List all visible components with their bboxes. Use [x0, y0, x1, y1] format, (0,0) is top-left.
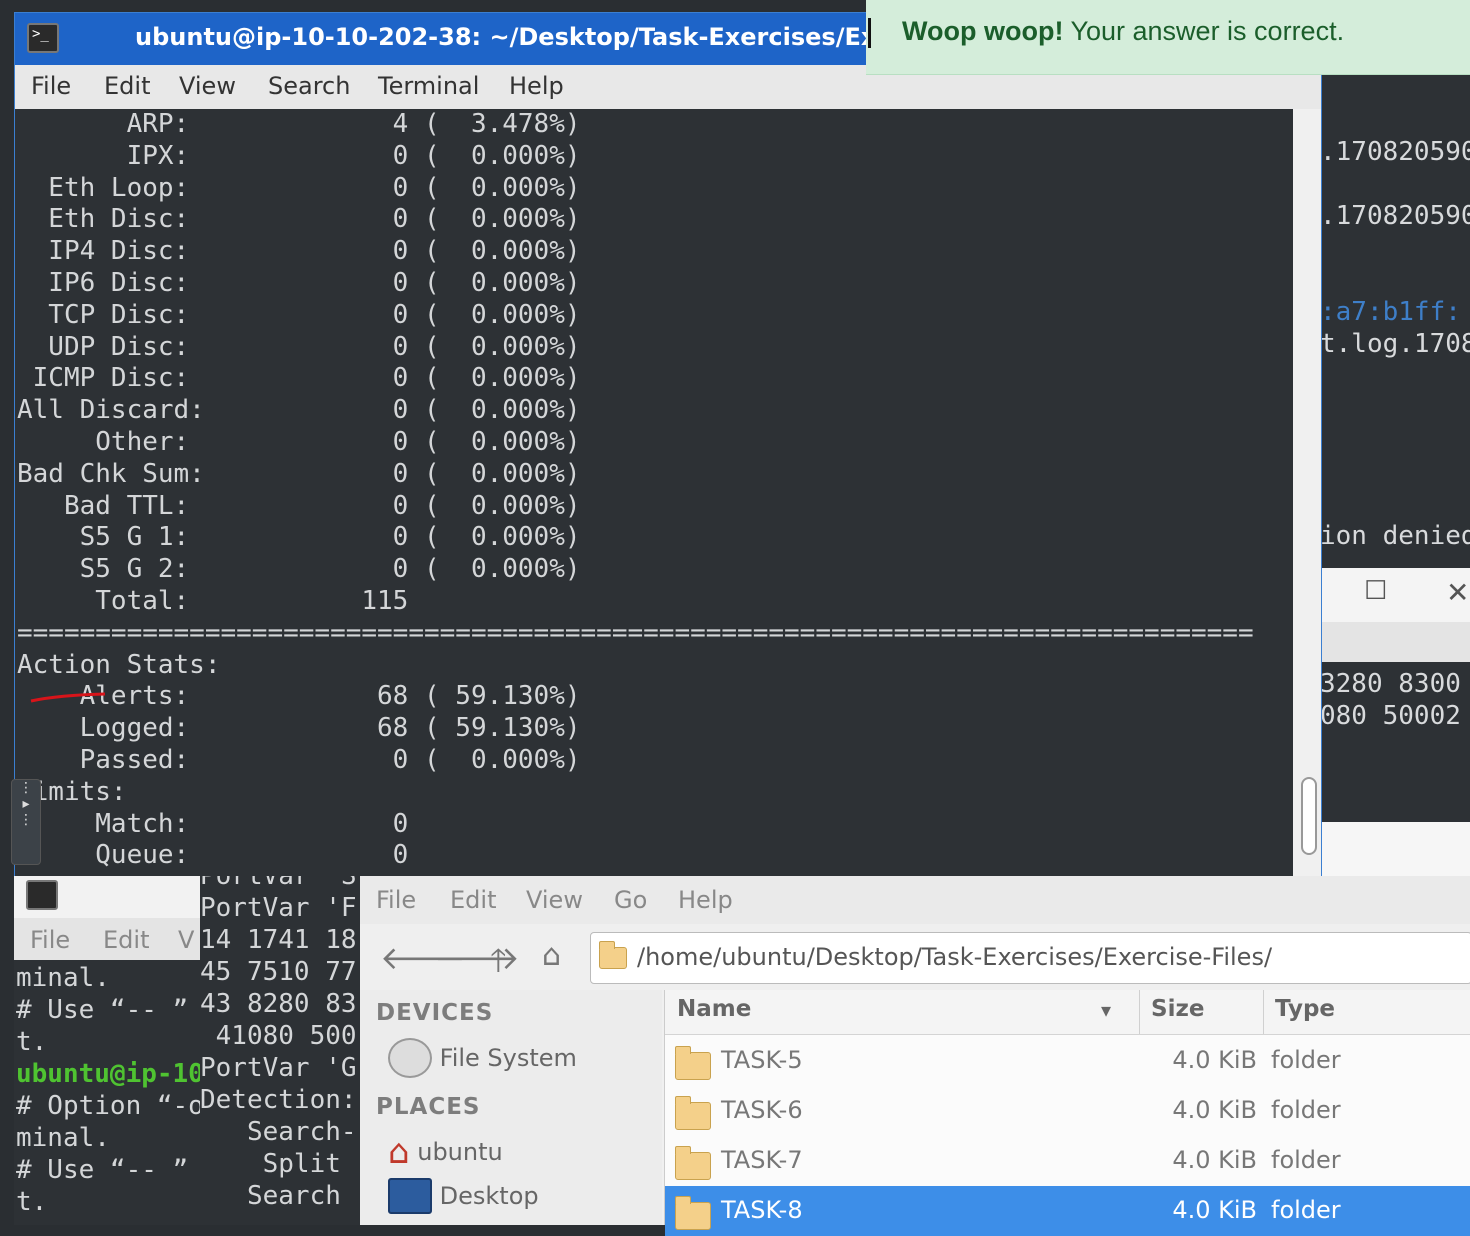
menu-file[interactable]: File: [376, 886, 416, 914]
close-icon[interactable]: ✕: [1446, 576, 1469, 609]
sidebar-item-label: Desktop: [439, 1182, 539, 1210]
menubar: [1320, 622, 1470, 662]
file-row[interactable]: TASK-7 4.0 KiB folder: [665, 1136, 1470, 1186]
file-list: Name ▾ Size Type TASK-5 4.0 KiB folder T…: [664, 990, 1470, 1236]
scrollbar-thumb[interactable]: [1301, 777, 1317, 855]
home-icon[interactable]: ⌂: [542, 938, 561, 973]
menu-search[interactable]: Search: [268, 72, 350, 100]
file-name: TASK-8: [721, 1196, 803, 1224]
terminal-output-area[interactable]: minal. # Use “-- ” t. ubuntu@ip-10 # Opt…: [16, 962, 204, 1218]
menu-view[interactable]: V: [178, 926, 194, 954]
menu-edit[interactable]: Edit: [103, 926, 149, 954]
file-list-header: Name ▾ Size Type: [665, 990, 1470, 1035]
sidebar-item-desktop[interactable]: Desktop: [388, 1178, 539, 1214]
menu-edit[interactable]: Edit: [450, 886, 496, 914]
folder-icon: [675, 1146, 711, 1180]
column-size[interactable]: Size: [1151, 996, 1204, 1022]
file-type: folder: [1271, 1146, 1341, 1174]
notification-message: Woop woop! Your answer is correct.: [902, 16, 1344, 47]
file-name: TASK-7: [721, 1146, 803, 1174]
file-type: folder: [1271, 1096, 1341, 1124]
menu-help[interactable]: Help: [678, 886, 733, 914]
sidebar-item-label: File System: [439, 1044, 577, 1072]
file-manager-sidebar: DEVICES File System PLACES ⌂ ubuntu Desk…: [360, 990, 662, 1225]
location-bar[interactable]: /home/ubuntu/Desktop/Task-Exercises/Exer…: [590, 932, 1470, 984]
file-row[interactable]: TASK-5 4.0 KiB folder: [665, 1036, 1470, 1086]
bottom-left-terminal: File Edit V minal. # Use “-- ” t. ubuntu…: [14, 876, 204, 1225]
file-size: 4.0 KiB: [1172, 1096, 1257, 1124]
background-terminal: .170820590 .170820590 :a7:b1ff: t.log.17…: [1320, 60, 1470, 580]
red-annotation-mark: [30, 692, 106, 703]
forward-arrow-icon[interactable]: 🡒: [434, 938, 520, 977]
column-separator: [1263, 990, 1264, 1034]
notification-text: Your answer is correct.: [1063, 16, 1345, 46]
file-manager-window: File Edit View Go Help 🡐 🡒 🡑 ⌂ /home/ubu…: [360, 876, 1470, 1236]
home-icon: ⌂: [388, 1132, 410, 1172]
file-type: folder: [1271, 1196, 1341, 1224]
terminal-output-area[interactable]: ARP: 4 ( 3.478%) IPX: 0 ( 0.000%) Eth Lo…: [15, 109, 1293, 877]
file-manager-menubar: File Edit View Go Help: [360, 876, 1470, 924]
terminal-icon: [26, 880, 58, 910]
window-titlebar: [14, 876, 200, 918]
column-separator: [1139, 990, 1140, 1034]
file-type: folder: [1271, 1046, 1341, 1074]
location-path: /home/ubuntu/Desktop/Task-Exercises/Exer…: [637, 943, 1273, 971]
menu-view[interactable]: View: [179, 72, 236, 100]
text-cursor: [868, 18, 871, 48]
window-titlebar: ☐ ✕: [1320, 568, 1470, 622]
menu-view[interactable]: View: [526, 886, 583, 914]
folder-icon: [599, 941, 627, 969]
file-size: 4.0 KiB: [1172, 1146, 1257, 1174]
notification-bold: Woop woop!: [902, 16, 1064, 46]
menu-edit[interactable]: Edit: [104, 72, 150, 100]
main-terminal-window: >_ ubuntu@ip-10-10-202-38: ~/Desktop/Tas…: [11, 12, 1322, 878]
side-panel-handle[interactable]: ⋮ ▸ ⋮: [11, 779, 41, 865]
file-name: TASK-6: [721, 1096, 803, 1124]
terminal-output: minal. # Use “-- ” t. ubuntu@ip-10 # Opt…: [16, 963, 204, 1217]
folder-icon: [675, 1096, 711, 1130]
sidebar-item-ubuntu[interactable]: ⌂ ubuntu: [388, 1132, 503, 1172]
menu-terminal[interactable]: Terminal: [378, 72, 479, 100]
desktop-icon: [388, 1178, 432, 1214]
file-manager-toolbar: 🡐 🡒 🡑 ⌂ /home/ubuntu/Desktop/Task-Exerci…: [360, 924, 1470, 990]
file-name: TASK-5: [721, 1046, 803, 1074]
places-heading: PLACES: [376, 1094, 481, 1120]
window-title: ubuntu@ip-10-10-202-38: ~/Desktop/Task-E…: [135, 23, 968, 51]
menubar: File Edit V: [14, 918, 200, 960]
file-row-selected[interactable]: TASK-8 4.0 KiB folder: [665, 1186, 1470, 1236]
sidebar-item-label: ubuntu: [417, 1138, 503, 1166]
terminal-icon: >_: [27, 23, 59, 53]
background-terminal-lower: ☐ ✕ 3280 8300 080 50002: [1320, 568, 1470, 878]
menu-help[interactable]: Help: [509, 72, 564, 100]
success-notification: Woop woop! Your answer is correct.: [866, 0, 1470, 75]
maximize-icon[interactable]: ☐: [1364, 576, 1387, 606]
up-arrow-icon[interactable]: 🡑: [490, 938, 507, 992]
devices-heading: DEVICES: [376, 1000, 494, 1026]
sort-down-icon[interactable]: ▾: [1101, 998, 1111, 1022]
sidebar-item-filesystem[interactable]: File System: [388, 1038, 577, 1078]
snort-stats-output: ARP: 4 ( 3.478%) IPX: 0 ( 0.000%) Eth Lo…: [17, 109, 1254, 871]
file-row[interactable]: TASK-6 4.0 KiB folder: [665, 1086, 1470, 1136]
background-terminal-output: .170820590 .170820590 :a7:b1ff: t.log.17…: [1320, 137, 1470, 551]
menu-go[interactable]: Go: [614, 886, 647, 914]
file-size: 4.0 KiB: [1172, 1196, 1257, 1224]
folder-icon: [675, 1046, 711, 1080]
background-terminal-lower-output: 3280 8300 080 50002: [1320, 669, 1461, 731]
terminal-scrollbar[interactable]: [1293, 109, 1321, 877]
drive-icon: [388, 1038, 432, 1078]
column-type[interactable]: Type: [1275, 996, 1335, 1022]
folder-icon: [675, 1196, 711, 1230]
window-bottom: [1320, 822, 1470, 878]
menu-file[interactable]: File: [31, 72, 71, 100]
middle-terminal: PortVar 'S PortVar 'F 14 1741 18 45 7510…: [200, 876, 360, 1225]
menu-file[interactable]: File: [30, 926, 70, 954]
file-size: 4.0 KiB: [1172, 1046, 1257, 1074]
terminal-output: PortVar 'S PortVar 'F 14 1741 18 45 7510…: [200, 876, 357, 1211]
column-name[interactable]: Name: [677, 996, 751, 1022]
